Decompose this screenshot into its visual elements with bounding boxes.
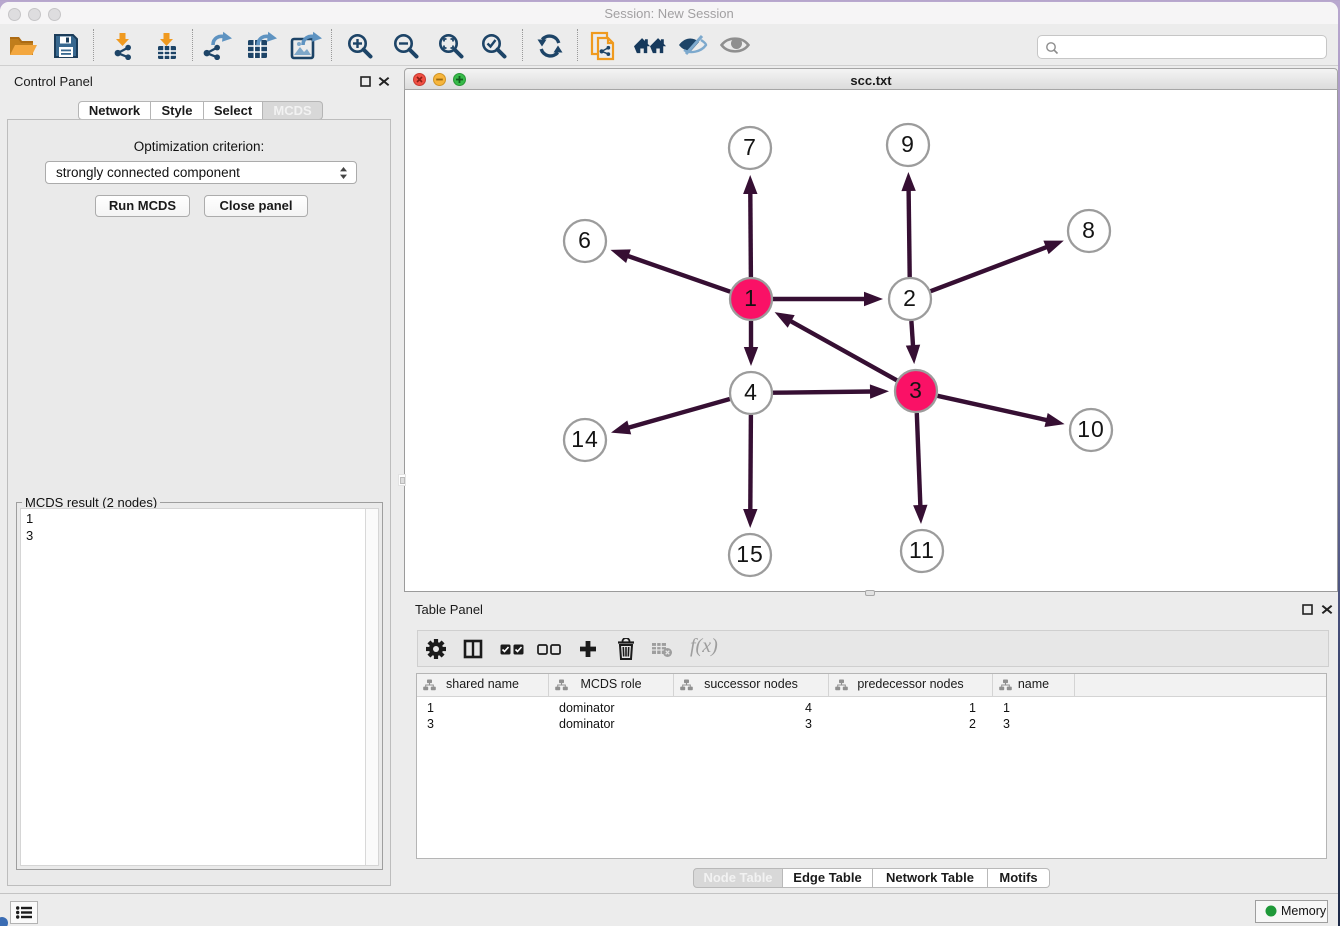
svg-text:3: 3 xyxy=(909,377,923,403)
svg-text:10: 10 xyxy=(1077,416,1105,442)
svg-text:6: 6 xyxy=(578,227,592,253)
svg-text:1: 1 xyxy=(744,285,758,311)
svg-text:11: 11 xyxy=(909,537,935,563)
svg-text:8: 8 xyxy=(1082,217,1096,243)
svg-text:15: 15 xyxy=(736,541,764,567)
svg-text:14: 14 xyxy=(571,426,599,452)
svg-text:7: 7 xyxy=(743,134,757,160)
svg-text:9: 9 xyxy=(901,131,915,157)
svg-text:2: 2 xyxy=(903,285,917,311)
svg-text:4: 4 xyxy=(744,379,758,405)
